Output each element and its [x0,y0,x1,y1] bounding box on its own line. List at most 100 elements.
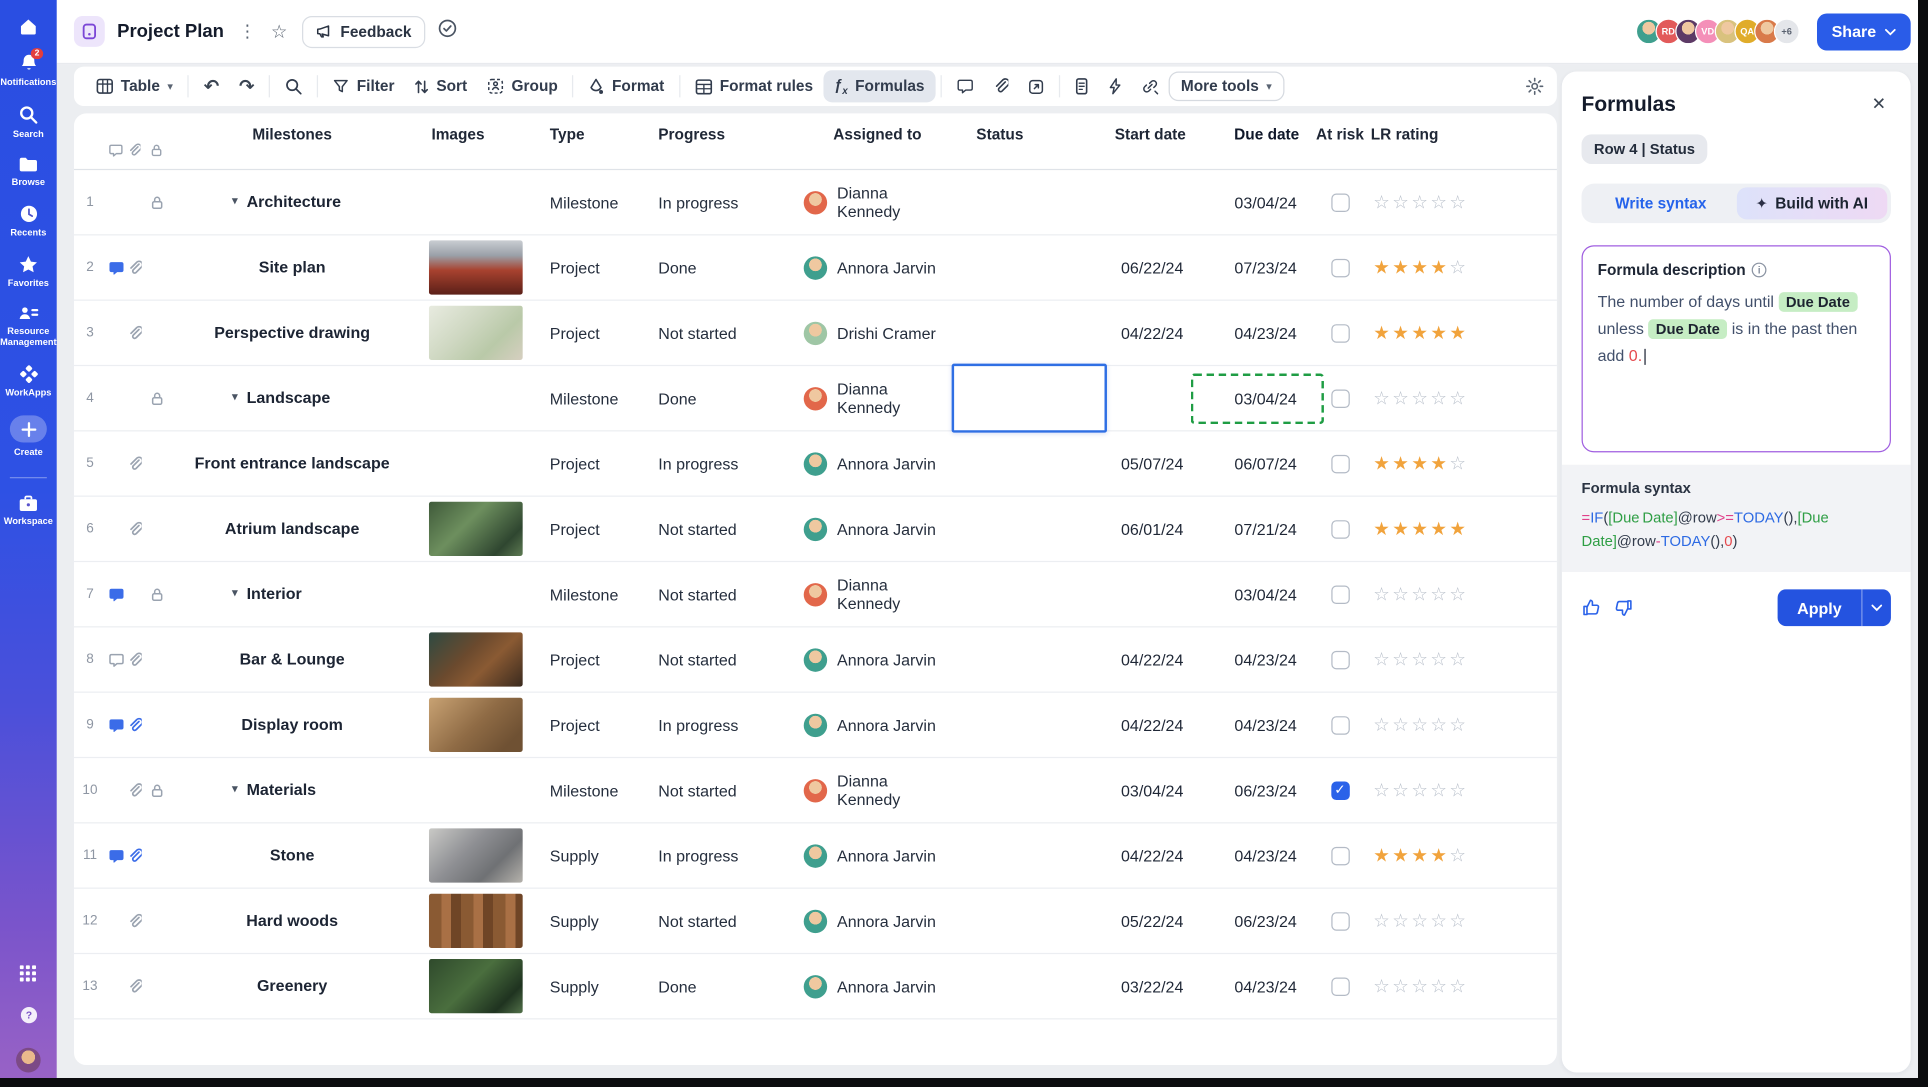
at-risk-cell[interactable] [1309,584,1371,604]
due-date-cell[interactable]: 04/23/24 [1196,716,1309,734]
favorite-star-icon[interactable]: ☆ [271,20,288,43]
rating-star-icon[interactable]: ☆ [1392,976,1411,997]
status-cell[interactable] [952,301,1110,365]
paperclip-icon[interactable] [126,978,143,994]
type-cell[interactable]: Milestone [537,193,645,211]
at-risk-checkbox[interactable] [1330,192,1350,212]
progress-cell[interactable]: Not started [646,585,794,603]
collapse-triangle-icon[interactable]: ▾ [232,782,238,797]
progress-cell[interactable]: Not started [646,650,794,668]
rating-star-icon[interactable]: ☆ [1392,911,1411,932]
rating-star-icon[interactable]: ☆ [1373,715,1392,736]
rating-star-icon[interactable]: ☆ [1449,388,1468,409]
rating-star-icon[interactable]: ☆ [1411,584,1430,605]
progress-cell[interactable]: Not started [646,781,794,799]
view-switcher-table[interactable]: Table ▾ [86,78,182,95]
sidebar-item-notifications[interactable]: 2 Notifications [0,48,57,88]
rating-star-icon[interactable]: ☆ [1392,780,1411,801]
at-risk-checkbox[interactable] [1330,650,1350,669]
images-cell[interactable] [414,959,537,1014]
due-date-cell[interactable]: 03/04/24 [1196,585,1309,603]
search-button[interactable] [275,78,312,95]
milestone-name-cell[interactable]: Greenery [170,976,414,996]
at-risk-cell[interactable] [1309,258,1371,277]
type-cell[interactable]: Project [537,258,645,276]
progress-cell[interactable]: Done [646,389,794,407]
forms-button[interactable] [1065,78,1098,95]
start-date-cell[interactable]: 06/01/24 [1109,520,1195,538]
lr-rating-cell[interactable]: ☆☆☆☆☆ [1371,910,1557,932]
at-risk-cell[interactable] [1309,323,1371,343]
rating-star-icon[interactable]: ★ [1449,519,1468,540]
sidebar-item-create[interactable]: Create [0,415,57,457]
lr-rating-cell[interactable]: ☆☆☆☆☆ [1371,191,1557,213]
at-risk-cell[interactable] [1309,715,1371,735]
lr-rating-cell[interactable]: ☆☆☆☆☆ [1371,387,1557,409]
progress-cell[interactable]: In progress [646,846,794,864]
paperclip-icon[interactable] [126,521,143,537]
row-image-thumbnail[interactable] [428,305,523,360]
rating-star-icon[interactable]: ☆ [1449,911,1468,932]
paperclip-icon[interactable] [126,651,143,667]
paperclip-icon[interactable] [126,782,143,798]
sidebar-item-workapps[interactable]: WorkApps [0,365,57,398]
rating-star-icon[interactable]: ★ [1430,519,1449,540]
type-cell[interactable]: Milestone [537,389,645,407]
images-cell[interactable] [414,632,537,687]
lr-rating-cell[interactable]: ★★★★★ [1371,518,1557,540]
build-with-ai-tab[interactable]: ✦ Build with AI [1736,187,1888,220]
rating-star-icon[interactable]: ★ [1373,258,1392,279]
row-image-thumbnail[interactable] [428,959,523,1014]
comment-icon[interactable] [106,586,126,602]
images-cell[interactable] [414,828,537,883]
type-cell[interactable]: Project [537,520,645,538]
lock-icon[interactable] [143,390,170,406]
due-date-cell[interactable]: 07/23/24 [1196,258,1309,276]
apply-options-button[interactable] [1861,589,1891,627]
rating-star-icon[interactable]: ☆ [1449,846,1468,867]
filter-button[interactable]: Filter [323,78,404,95]
status-cell[interactable] [952,627,1110,691]
status-cell[interactable] [951,363,1110,433]
start-date-cell[interactable]: 03/22/24 [1109,977,1195,995]
sidebar-item-workspace[interactable]: Workspace [0,495,57,526]
row-image-thumbnail[interactable] [428,697,523,752]
column-header-at-risk[interactable]: At risk [1309,126,1371,143]
at-risk-checkbox[interactable] [1330,911,1350,931]
comment-icon[interactable] [106,651,126,667]
undo-button[interactable]: ↶ [194,75,229,97]
type-cell[interactable]: Supply [537,846,645,864]
rating-star-icon[interactable]: ☆ [1430,650,1449,671]
rating-star-icon[interactable]: ☆ [1449,976,1468,997]
milestone-name-cell[interactable]: Stone [170,845,414,865]
column-header-due-date[interactable]: Due date [1196,126,1309,143]
share-button[interactable]: Share [1816,12,1911,50]
lock-icon[interactable] [143,586,170,602]
rating-star-icon[interactable]: ★ [1392,519,1411,540]
lr-rating-cell[interactable]: ☆☆☆☆☆ [1371,583,1557,605]
comment-icon[interactable] [106,847,126,863]
more-options-icon[interactable]: ⋮ [239,21,256,42]
progress-cell[interactable]: Not started [646,520,794,538]
help-icon[interactable]: ? [19,1006,37,1031]
thumbs-down-button[interactable] [1614,598,1634,618]
lr-rating-cell[interactable]: ★★★★☆ [1371,844,1557,867]
rating-star-icon[interactable]: ☆ [1449,258,1468,279]
rating-star-icon[interactable]: ★ [1430,258,1449,279]
rating-star-icon[interactable]: ☆ [1411,780,1430,801]
paperclip-icon[interactable] [126,913,143,929]
start-date-cell[interactable]: 03/04/24 [1109,781,1195,799]
type-cell[interactable]: Project [537,454,645,472]
rating-star-icon[interactable]: ☆ [1392,584,1411,605]
rating-star-icon[interactable]: ☆ [1449,454,1468,475]
at-risk-cell[interactable] [1309,192,1371,212]
sort-button[interactable]: Sort [404,78,477,95]
row-image-thumbnail[interactable] [428,501,523,556]
milestone-name-cell[interactable]: Display room [170,715,414,735]
type-cell[interactable]: Milestone [537,585,645,603]
row-image-thumbnail[interactable] [428,893,523,948]
due-date-cell[interactable]: 06/23/24 [1196,781,1309,799]
rating-star-icon[interactable]: ☆ [1430,976,1449,997]
progress-cell[interactable]: In progress [646,716,794,734]
status-cell[interactable] [952,954,1110,1018]
